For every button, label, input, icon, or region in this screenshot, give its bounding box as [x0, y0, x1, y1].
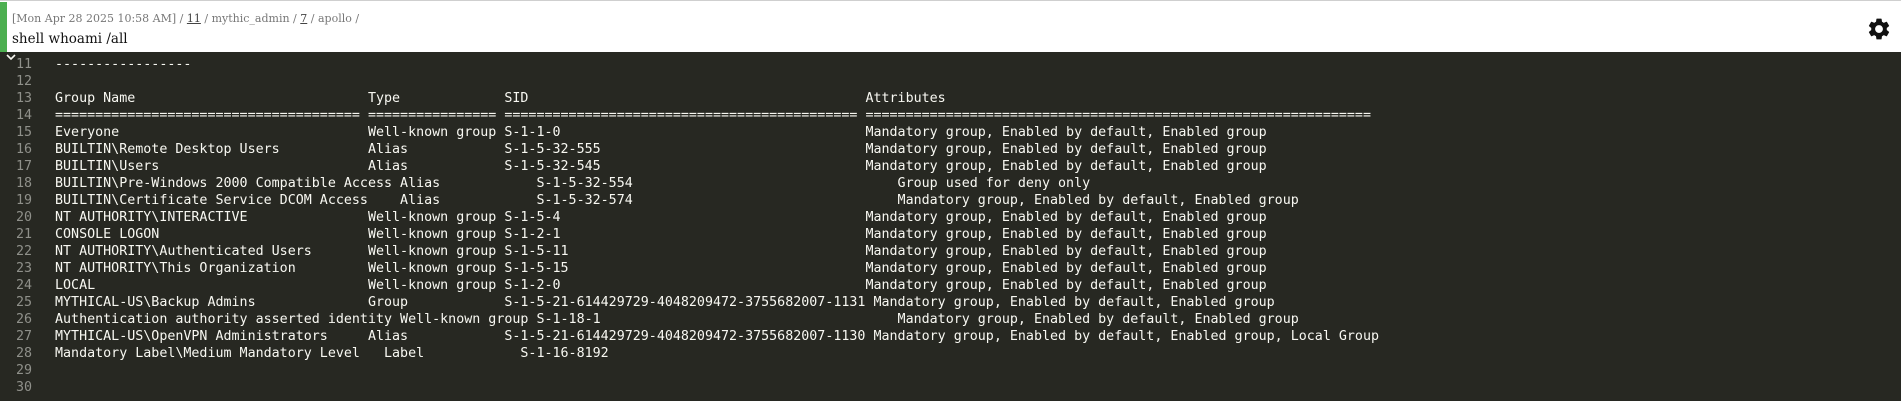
line-number: 18 [15, 176, 32, 191]
line-number: 28 [15, 346, 32, 361]
line-number: 21 [15, 227, 32, 242]
meta-separator: / [351, 12, 360, 25]
line-number-gutter: 11 12 13 14 15 16 17 18 19 20 21 22 23 24 25 26 27 28 29 30 [0, 56, 48, 396]
line-number: 26 [15, 312, 32, 327]
meta-separator: / [200, 12, 212, 25]
output-line: CONSOLE LOGON Well-known group S-1-2-1 M… [55, 227, 1267, 242]
output-line: ====================================== =… [55, 108, 1371, 123]
meta-separator: / [307, 12, 318, 25]
line-number: 19 [15, 193, 32, 208]
line-number: 12 [15, 74, 32, 89]
line-number: 20 [15, 210, 32, 225]
line-number: 25 [15, 295, 32, 310]
task-timestamp: [Mon Apr 28 2025 10:58 AM] [12, 12, 177, 25]
output-line: BUILTIN\Certificate Service DCOM Access … [55, 193, 1299, 208]
output-line: BUILTIN\Pre-Windows 2000 Compatible Acce… [55, 176, 1091, 191]
line-number: 27 [15, 329, 32, 344]
task-output-editor[interactable]: 11 12 13 14 15 16 17 18 19 20 21 22 23 24 25 26 27 28 29 30… [0, 52, 1901, 401]
output-line: NT AUTHORITY\This Organization Well-know… [55, 261, 1267, 276]
output-line: BUILTIN\Users Alias S-1-5-32-545 Mandato… [55, 159, 1267, 174]
output-text: ----------------- Group Name Type SID Att… [55, 56, 1901, 396]
line-number: 14 [15, 108, 32, 123]
output-line: BUILTIN\Remote Desktop Users Alias S-1-5… [55, 142, 1267, 157]
line-number: 15 [15, 125, 32, 140]
task-settings-button[interactable] [1865, 15, 1893, 43]
line-number: 13 [15, 91, 32, 106]
task-id-link[interactable]: 11 [187, 12, 201, 25]
line-number: 16 [15, 142, 32, 157]
task-command: shell whoami /all [12, 31, 128, 47]
output-line: Mandatory Label\Medium Mandatory Level L… [55, 346, 609, 361]
output-line: LOCAL Well-known group S-1-2-0 Mandatory… [55, 278, 1267, 293]
output-line: Authentication authority asserted identi… [55, 312, 1299, 327]
gear-icon [1868, 18, 1890, 40]
task-header: [Mon Apr 28 2025 10:58 AM] / 11 / mythic… [0, 0, 1901, 53]
operator-name: mythic_admin [211, 12, 290, 25]
line-number: 29 [15, 363, 32, 378]
line-number: 24 [15, 278, 32, 293]
line-number: 22 [15, 244, 32, 259]
line-number: 17 [15, 159, 32, 174]
task-status-accent-bar [0, 2, 7, 53]
output-line: Everyone Well-known group S-1-1-0 Mandat… [55, 125, 1267, 140]
output-line: MYTHICAL-US\Backup Admins Group S-1-5-21… [55, 295, 1275, 310]
output-line: Group Name Type SID Attributes [55, 91, 946, 106]
line-number: 11 [15, 57, 32, 72]
meta-separator: / [289, 12, 301, 25]
output-line: ----------------- [55, 57, 192, 72]
agent-name: apollo [317, 12, 352, 25]
line-number: 23 [15, 261, 32, 276]
line-number: 30 [15, 380, 32, 395]
task-meta-line: [Mon Apr 28 2025 10:58 AM] / 11 / mythic… [12, 12, 359, 25]
output-line: MYTHICAL-US\OpenVPN Administrators Alias… [55, 329, 1379, 344]
output-line: NT AUTHORITY\INTERACTIVE Well-known grou… [55, 210, 1267, 225]
output-line: NT AUTHORITY\Authenticated Users Well-kn… [55, 244, 1267, 259]
meta-separator: / [176, 12, 187, 25]
